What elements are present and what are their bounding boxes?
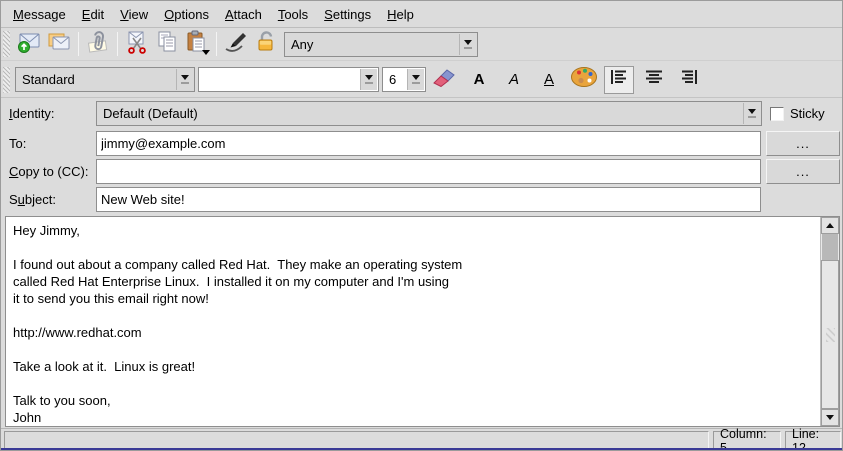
- spellcheck-pen-button[interactable]: [221, 30, 251, 58]
- send-button[interactable]: [14, 30, 44, 58]
- chevron-down-icon[interactable]: [360, 69, 377, 90]
- cc-label: Copy to (CC):: [9, 159, 88, 185]
- underline-button[interactable]: A: [534, 66, 564, 94]
- copy-button[interactable]: [152, 30, 182, 58]
- font-size-select[interactable]: 6: [382, 67, 426, 92]
- scrollbar-thumb[interactable]: [821, 260, 839, 409]
- main-toolbar: Any: [1, 28, 842, 61]
- paste-dropdown-arrow-icon: [202, 50, 210, 55]
- sticky-label: Sticky: [790, 101, 825, 127]
- scrollbar-grip-icon: [826, 328, 835, 342]
- pen-icon: [223, 31, 249, 58]
- identity-select[interactable]: Default (Default): [96, 101, 762, 126]
- toolbar-separator: [117, 32, 118, 56]
- menu-settings[interactable]: Settings: [316, 4, 379, 25]
- chevron-down-icon[interactable]: [407, 69, 424, 90]
- message-body-text[interactable]: Hey Jimmy, I found out about a company c…: [6, 217, 820, 426]
- identity-row: Identity: Default (Default) Sticky: [1, 101, 842, 127]
- statusbar: Column: 5 Line: 12: [1, 428, 842, 450]
- sticky-checkbox[interactable]: [770, 107, 784, 121]
- identity-label: Identity:: [9, 101, 55, 127]
- queue-button[interactable]: [44, 30, 74, 58]
- menu-attach[interactable]: Attach: [217, 4, 270, 25]
- toolbar-separator: [78, 32, 79, 56]
- paste-button[interactable]: [182, 30, 212, 58]
- scrollbar-track[interactable]: [822, 234, 838, 260]
- bold-button[interactable]: A: [464, 66, 494, 94]
- align-left-icon: [609, 68, 629, 91]
- window-bottom-border: [1, 448, 842, 450]
- arrow-up-icon: [826, 223, 834, 228]
- menu-tools[interactable]: Tools: [270, 4, 316, 25]
- italic-button[interactable]: A: [499, 66, 529, 94]
- font-family-select[interactable]: [198, 67, 379, 92]
- mail-composer-window: Message Edit View Options Attach Tools S…: [0, 0, 843, 451]
- chevron-down-icon[interactable]: [743, 103, 760, 124]
- message-body-editor[interactable]: Hey Jimmy, I found out about a company c…: [5, 216, 840, 427]
- cc-address-picker-button[interactable]: ...: [766, 159, 840, 184]
- italic-icon: A: [509, 71, 519, 88]
- align-center-button[interactable]: [639, 66, 669, 94]
- paragraph-style-select[interactable]: Standard: [15, 67, 195, 92]
- crypto-format-select[interactable]: Any: [284, 32, 478, 57]
- subject-label: Subject:: [9, 187, 56, 213]
- paragraph-style-value: Standard: [22, 72, 75, 87]
- menu-options[interactable]: Options: [156, 4, 217, 25]
- to-address-picker-button[interactable]: ...: [766, 131, 840, 156]
- subject-row: Subject:: [1, 187, 842, 213]
- subject-input[interactable]: [96, 187, 761, 212]
- to-label: To:: [9, 131, 26, 157]
- identity-value: Default (Default): [103, 106, 198, 121]
- to-row: To: ...: [1, 131, 842, 157]
- cc-input[interactable]: [96, 159, 761, 184]
- cut-icon: [124, 30, 150, 59]
- cut-button[interactable]: [122, 30, 152, 58]
- queue-mail-icon: [46, 30, 72, 59]
- crypto-format-value: Any: [291, 37, 313, 52]
- menu-edit[interactable]: Edit: [74, 4, 112, 25]
- toolbar-grip[interactable]: [3, 31, 10, 57]
- send-mail-icon: [16, 30, 42, 59]
- attach-button[interactable]: [83, 30, 113, 58]
- remove-formatting-button[interactable]: [429, 66, 459, 94]
- align-left-button[interactable]: [604, 66, 634, 94]
- font-size-value: 6: [389, 72, 396, 87]
- toolbar-grip[interactable]: [3, 67, 10, 93]
- eraser-icon: [432, 67, 456, 92]
- menu-help[interactable]: Help: [379, 4, 422, 25]
- cc-row: Copy to (CC): ...: [1, 159, 842, 185]
- menubar: Message Edit View Options Attach Tools S…: [1, 1, 842, 28]
- align-right-icon: [679, 68, 699, 91]
- editor-scrollbar[interactable]: [820, 217, 839, 426]
- scroll-up-button[interactable]: [821, 217, 839, 234]
- chevron-down-icon[interactable]: [459, 34, 476, 55]
- menu-view[interactable]: View: [112, 4, 156, 25]
- copy-icon: [155, 30, 179, 59]
- text-color-button[interactable]: [569, 66, 599, 94]
- arrow-down-icon: [826, 415, 834, 420]
- menu-message[interactable]: Message: [5, 4, 74, 25]
- text-color-palette-icon: [570, 66, 598, 93]
- format-toolbar: Standard 6: [1, 62, 842, 98]
- align-center-icon: [644, 68, 664, 91]
- bold-icon: A: [474, 71, 485, 88]
- scroll-down-button[interactable]: [821, 409, 839, 426]
- toolbar-separator: [216, 32, 217, 56]
- encrypt-lock-button[interactable]: [251, 30, 281, 58]
- chevron-down-icon[interactable]: [176, 69, 193, 90]
- attach-icon: [86, 30, 110, 59]
- to-input[interactable]: [96, 131, 761, 156]
- underline-icon: A: [544, 71, 554, 88]
- align-right-button[interactable]: [674, 66, 704, 94]
- lock-open-icon: [255, 31, 277, 58]
